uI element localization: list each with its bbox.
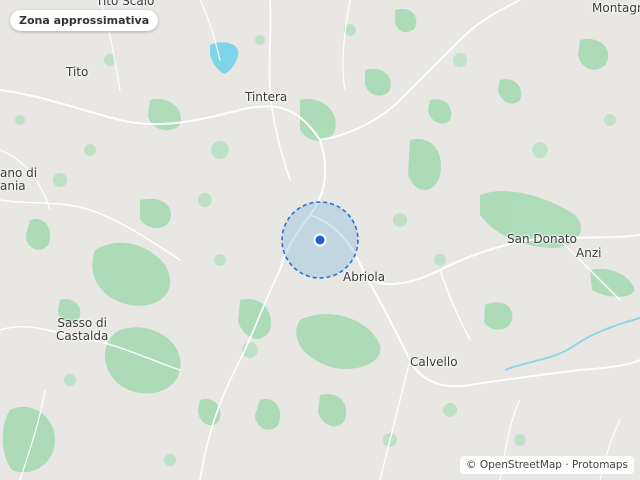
place-tito: Tito <box>66 65 89 79</box>
place-abriola: Abriola <box>343 270 386 284</box>
location-marker[interactable] <box>313 233 327 247</box>
map-attribution: © OpenStreetMap · Protomaps <box>460 456 634 474</box>
place-anzi: Anzi <box>576 246 602 260</box>
place-sasso-line2: Castalda <box>56 329 109 343</box>
place-montagn: Montagn <box>592 1 640 15</box>
place-calvello: Calvello <box>410 355 458 369</box>
place-sasso-di-castalda: Sasso di Castalda <box>56 317 108 343</box>
attribution-separator: · <box>561 459 572 471</box>
place-tintera: Tintera <box>245 90 288 104</box>
protomaps-attribution-link[interactable]: Protomaps <box>572 459 628 471</box>
place-san-donato: San Donato <box>507 232 577 246</box>
place-tito-scalo: Tito Scalo <box>96 0 155 8</box>
osm-attribution-link[interactable]: © OpenStreetMap <box>466 459 562 471</box>
approximate-zone-badge: Zona approssimativa <box>10 10 159 31</box>
place-ania: ania <box>0 179 26 193</box>
